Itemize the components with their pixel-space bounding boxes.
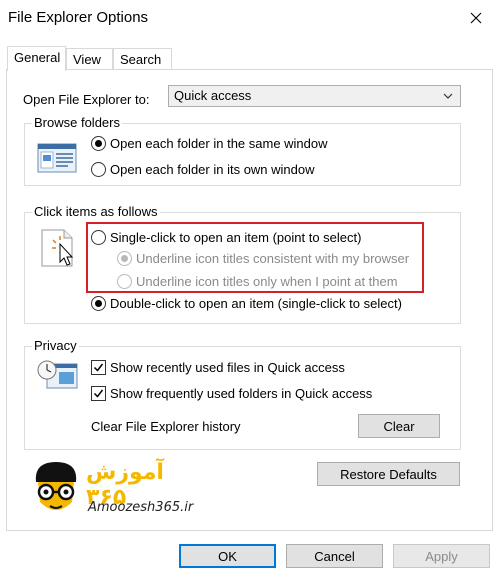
own-window-label: Open each folder in its own window — [110, 162, 315, 177]
apply-button[interactable]: Apply — [393, 544, 490, 568]
ok-button[interactable]: OK — [179, 544, 276, 568]
click-items-legend: Click items as follows — [32, 204, 160, 219]
close-button[interactable] — [453, 0, 499, 36]
privacy-clock-icon — [37, 360, 78, 389]
open-to-label: Open File Explorer to: — [23, 92, 150, 107]
underline-point-label: Underline icon titles only when I point … — [136, 274, 398, 289]
single-click-label: Single-click to open an item (point to s… — [110, 230, 362, 245]
window-title: File Explorer Options — [8, 9, 149, 26]
frequent-folders-label: Show frequently used folders in Quick ac… — [110, 386, 373, 401]
recent-files-label: Show recently used files in Quick access — [110, 360, 345, 375]
clear-button[interactable]: Clear — [358, 414, 440, 438]
watermark-logo: آموزش ۳۶۵ Amoozesh365.ir — [28, 458, 208, 524]
same-window-option[interactable]: Open each folder in the same window — [91, 136, 328, 151]
frequent-folders-checkbox[interactable] — [91, 386, 106, 401]
underline-point-option: Underline icon titles only when I point … — [117, 274, 398, 289]
underline-consistent-option: Underline icon titles consistent with my… — [117, 251, 409, 266]
watermark-en-text: Amoozesh365.ir — [88, 500, 194, 515]
single-click-option[interactable]: Single-click to open an item (point to s… — [91, 230, 361, 245]
own-window-radio[interactable] — [91, 162, 106, 177]
recent-files-option[interactable]: Show recently used files in Quick access — [91, 360, 345, 375]
checkmark-icon — [93, 363, 104, 372]
window-layout-icon — [37, 143, 77, 173]
cancel-button[interactable]: Cancel — [286, 544, 383, 568]
close-icon — [470, 12, 482, 24]
recent-files-checkbox[interactable] — [91, 360, 106, 375]
underline-consistent-label: Underline icon titles consistent with my… — [136, 251, 410, 266]
underline-consistent-radio — [117, 251, 132, 266]
chevron-down-icon — [443, 93, 453, 99]
own-window-option[interactable]: Open each folder in its own window — [91, 162, 315, 177]
tab-view[interactable]: View — [66, 48, 113, 70]
tab-search[interactable]: Search — [113, 48, 172, 70]
double-click-radio[interactable] — [91, 296, 106, 311]
double-click-option[interactable]: Double-click to open an item (single-cli… — [91, 296, 402, 311]
same-window-label: Open each folder in the same window — [110, 136, 328, 151]
same-window-radio[interactable] — [91, 136, 106, 151]
browse-folders-legend: Browse folders — [32, 115, 122, 130]
title-bar: File Explorer Options — [0, 0, 499, 38]
tab-general[interactable]: General — [7, 46, 66, 71]
pointer-click-icon — [41, 229, 74, 267]
single-click-radio[interactable] — [91, 230, 106, 245]
underline-point-radio — [117, 274, 132, 289]
open-to-value: Quick access — [174, 88, 252, 103]
mascot-logo-icon — [35, 462, 77, 510]
frequent-folders-option[interactable]: Show frequently used folders in Quick ac… — [91, 386, 372, 401]
open-to-dropdown[interactable]: Quick access — [168, 85, 461, 107]
double-click-label: Double-click to open an item (single-cli… — [110, 296, 402, 311]
clear-history-label: Clear File Explorer history — [91, 419, 241, 434]
checkmark-icon — [93, 389, 104, 398]
privacy-legend: Privacy — [32, 338, 79, 353]
restore-defaults-button[interactable]: Restore Defaults — [317, 462, 460, 486]
